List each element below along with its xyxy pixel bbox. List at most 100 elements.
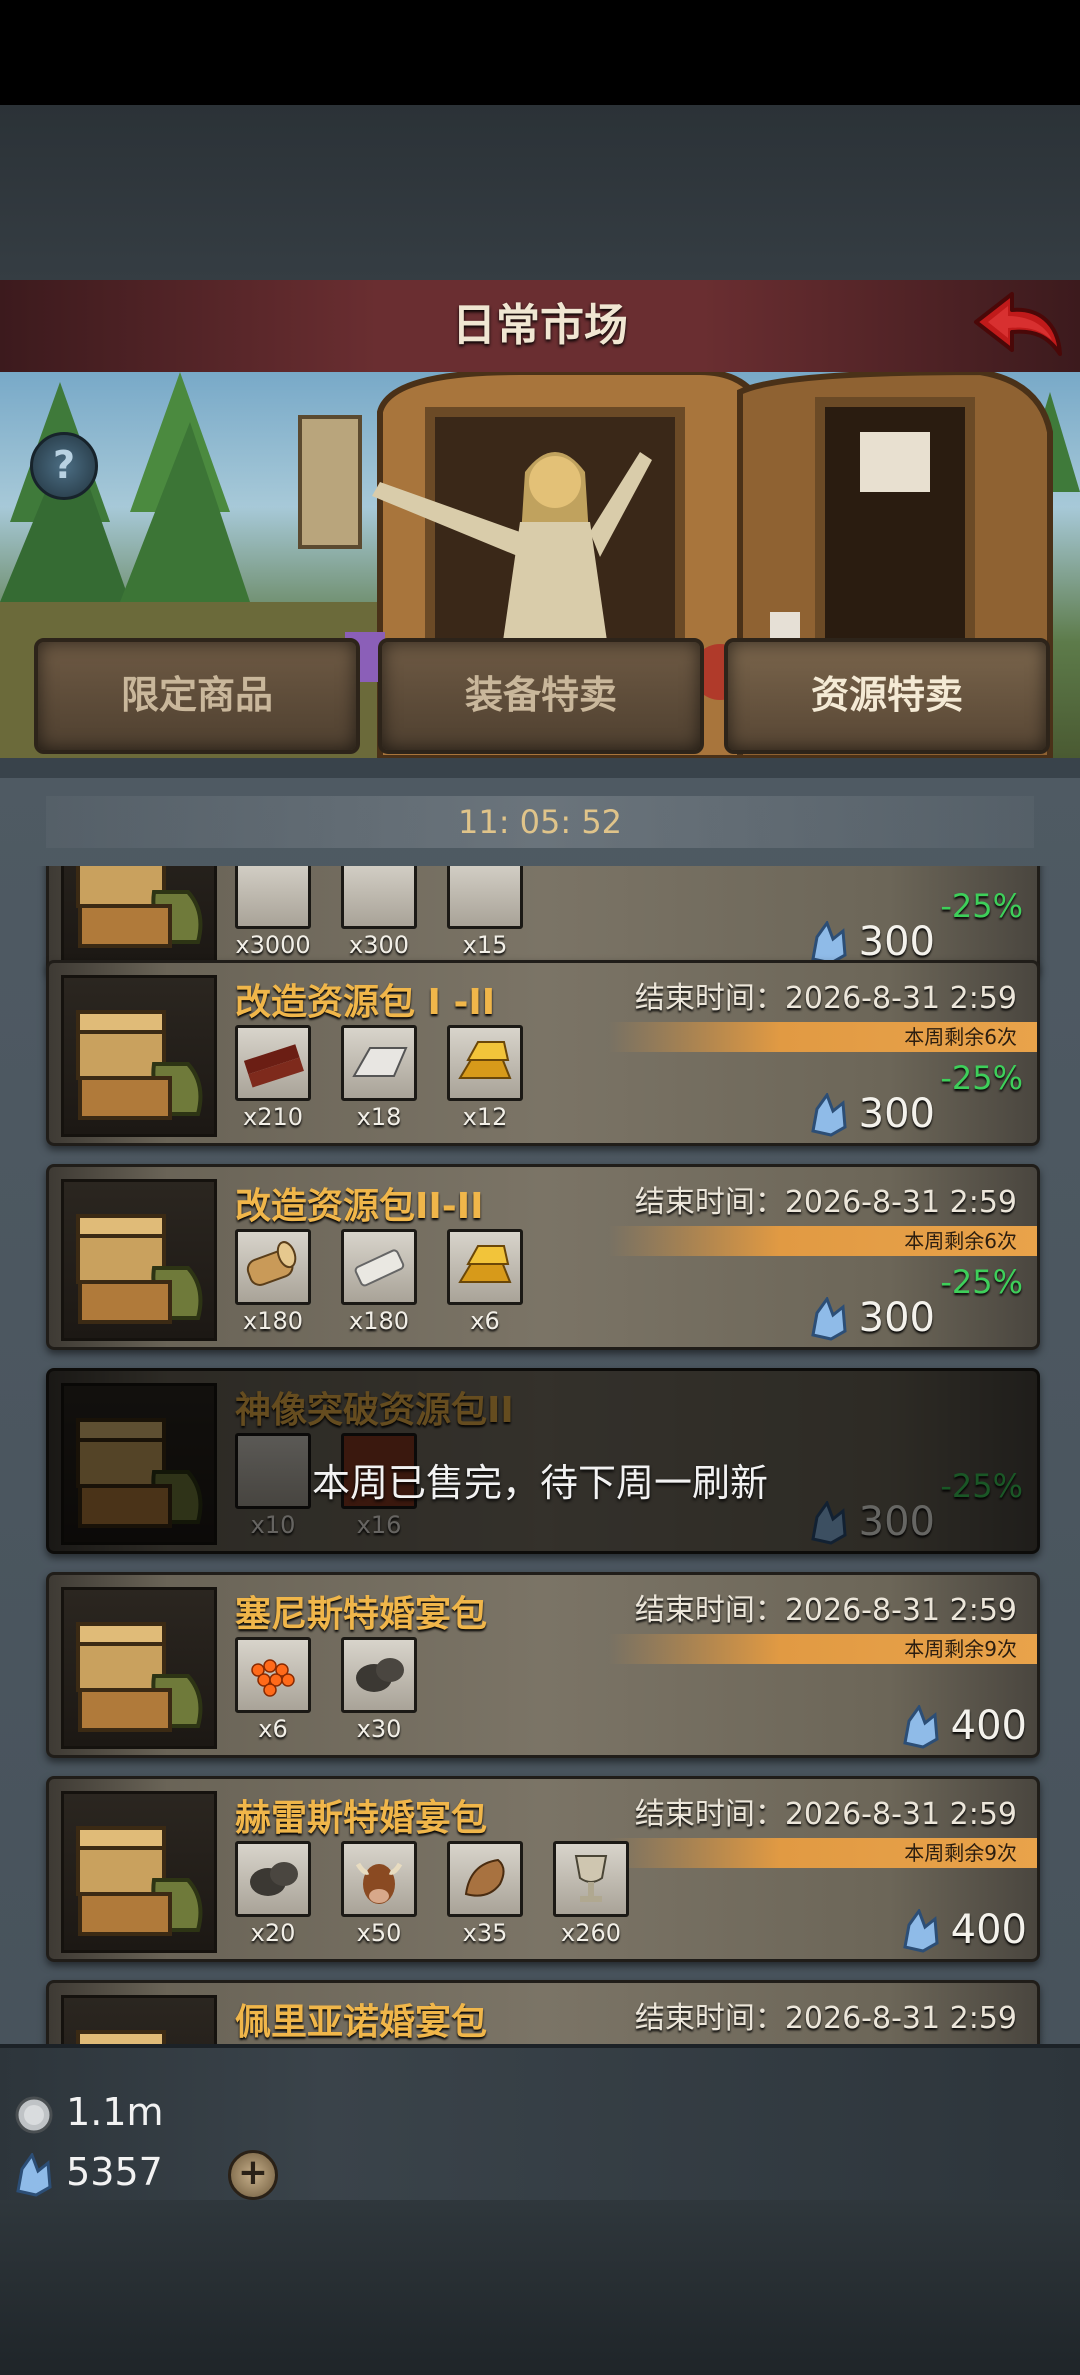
crystal-icon <box>901 1907 941 1957</box>
remaining-count: 本周剩余6次 <box>609 1022 1037 1052</box>
tab-limited-goods[interactable]: 限定商品 <box>34 638 360 754</box>
gold-bar-icon <box>447 1229 523 1305</box>
truffle-icon <box>235 1841 311 1917</box>
silver-amount: 1.1m <box>66 2090 164 2134</box>
tab-resource-sale[interactable]: 资源特卖 <box>724 638 1050 754</box>
crystal-icon <box>901 1703 941 1753</box>
reward-item: x180 <box>341 1229 417 1335</box>
silver-balance: 1.1m <box>14 2090 164 2134</box>
pack-card: 改造资源包II-II 结束时间：2026-8-31 2:59 本周剩余6次 x1… <box>46 1164 1040 1350</box>
wood-log-icon <box>235 1229 311 1305</box>
remaining-count: 本周剩余9次 <box>609 1838 1037 1868</box>
end-time: 结束时间：2026-8-31 2:59 <box>634 1593 1017 1628</box>
goblet-icon <box>553 1841 629 1917</box>
crystal-icon <box>809 1091 849 1141</box>
price-button[interactable]: 300 <box>859 1091 935 1137</box>
reward-item: x6 <box>447 1229 523 1335</box>
panel-top-edge <box>0 758 1080 778</box>
discount-label: -25% <box>940 887 1023 925</box>
remaining-count: 本周剩余6次 <box>609 1226 1037 1256</box>
screen: 日常市场 ? 限定商品 装备特卖 资源特卖 11: 05: 52 x3000 x… <box>0 0 1080 2375</box>
pack-name: 神像突破资源包II <box>235 1390 514 1431</box>
status-bar-area <box>0 0 1080 105</box>
pack-card: 塞尼斯特婚宴包 结束时间：2026-8-31 2:59 本周剩余9次 x6 x3… <box>46 1572 1040 1758</box>
end-time: 结束时间：2026-8-31 2:59 <box>634 1797 1017 1832</box>
question-mark-icon: ? <box>52 443 76 487</box>
price-button[interactable]: 400 <box>951 1907 1027 1953</box>
chest-sack-icon <box>61 1995 217 2044</box>
back-arrow-icon <box>974 292 1062 356</box>
stone-block-icon <box>447 866 523 929</box>
item-quantity: x300 <box>348 931 409 959</box>
end-time: 结束时间：2026-8-31 2:59 <box>634 2001 1017 2036</box>
fish-roe-icon <box>235 1637 311 1713</box>
chest-sack-icon <box>61 1587 217 1749</box>
item-quantity: x16 <box>356 1511 402 1539</box>
back-button[interactable] <box>968 288 1064 364</box>
bottom-backdrop <box>0 2200 1080 2375</box>
wood-log-icon <box>235 866 311 929</box>
page-title: 日常市场 <box>452 300 628 351</box>
crystal-icon <box>809 1499 849 1549</box>
item-quantity: x30 <box>356 1715 402 1743</box>
item-quantity: x6 <box>258 1715 288 1743</box>
tab-equipment-sale[interactable]: 装备特卖 <box>378 638 704 754</box>
pack-card: x3000 x300 x15 -25% 300 <box>46 866 1040 974</box>
reward-item: x50 <box>341 1841 417 1947</box>
reward-item: x20 <box>235 1841 311 1947</box>
top-backdrop <box>0 105 1080 280</box>
pack-name: 改造资源包 I -II <box>235 982 496 1023</box>
reward-item: x12 <box>447 1025 523 1131</box>
reward-item: x210 <box>235 1025 311 1131</box>
refresh-timer: 11: 05: 52 <box>46 796 1034 848</box>
item-quantity: x10 <box>250 1511 296 1539</box>
item-quantity: x3000 <box>235 931 311 959</box>
header-bar: 日常市场 <box>0 280 1080 376</box>
pack-name: 塞尼斯特婚宴包 <box>235 1594 488 1635</box>
price-button[interactable]: 300 <box>859 1295 935 1341</box>
gold-bar-icon <box>447 1025 523 1101</box>
chest-sack-icon <box>61 866 217 965</box>
discount-label: -25% <box>940 1059 1023 1097</box>
crystal-icon <box>16 2151 52 2197</box>
pack-name: 赫雷斯特婚宴包 <box>235 1798 488 1839</box>
reward-item: x15 <box>447 866 523 959</box>
dark-wood-plank-icon <box>235 1025 311 1101</box>
reward-item: x30 <box>341 1637 417 1743</box>
chest-sack-icon <box>61 1791 217 1953</box>
reward-item: x35 <box>447 1841 523 1947</box>
item-quantity: x35 <box>462 1919 508 1947</box>
item-quantity: x260 <box>560 1919 621 1947</box>
silver-coin-icon <box>15 2096 53 2133</box>
end-time: 结束时间：2026-8-31 2:59 <box>634 981 1017 1016</box>
truffle-icon <box>341 1637 417 1713</box>
crystal-icon <box>809 1295 849 1345</box>
end-time: 结束时间：2026-8-31 2:59 <box>634 1185 1017 1220</box>
item-quantity: x180 <box>242 1307 303 1335</box>
gem-balance: 5357 <box>14 2150 163 2197</box>
item-quantity: x180 <box>348 1307 409 1335</box>
reward-item: x260 <box>553 1841 629 1947</box>
pack-list[interactable]: x3000 x300 x15 -25% 300 改造资源包 I -II 结束时间… <box>0 866 1080 2044</box>
item-quantity: x210 <box>242 1103 303 1131</box>
stone-slab-icon <box>341 1229 417 1305</box>
paw-meat-icon <box>447 1841 523 1917</box>
iron-ingot-icon <box>341 1025 417 1101</box>
remaining-count: 本周剩余9次 <box>609 1634 1037 1664</box>
help-button[interactable]: ? <box>30 432 98 500</box>
chest-sack-icon <box>61 1179 217 1341</box>
item-quantity: x6 <box>470 1307 500 1335</box>
ox-head-icon <box>341 1841 417 1917</box>
reward-item: x300 <box>341 866 417 959</box>
price-button[interactable]: 400 <box>951 1703 1027 1749</box>
pack-card: 佩里亚诺婚宴包 结束时间：2026-8-31 2:59 <box>46 1980 1040 2044</box>
reward-item: x3000 <box>235 866 311 959</box>
discount-label: -25% <box>940 1263 1023 1301</box>
soldout-message: 本周已售完，待下周一刷新 <box>311 1461 768 1505</box>
pack-name: 改造资源包II-II <box>235 1186 484 1227</box>
iron-ore-icon <box>341 866 417 929</box>
add-gems-button[interactable]: + <box>228 2150 278 2200</box>
item-quantity: x18 <box>356 1103 402 1131</box>
item-quantity: x12 <box>462 1103 508 1131</box>
price-button[interactable]: 300 <box>859 919 935 965</box>
